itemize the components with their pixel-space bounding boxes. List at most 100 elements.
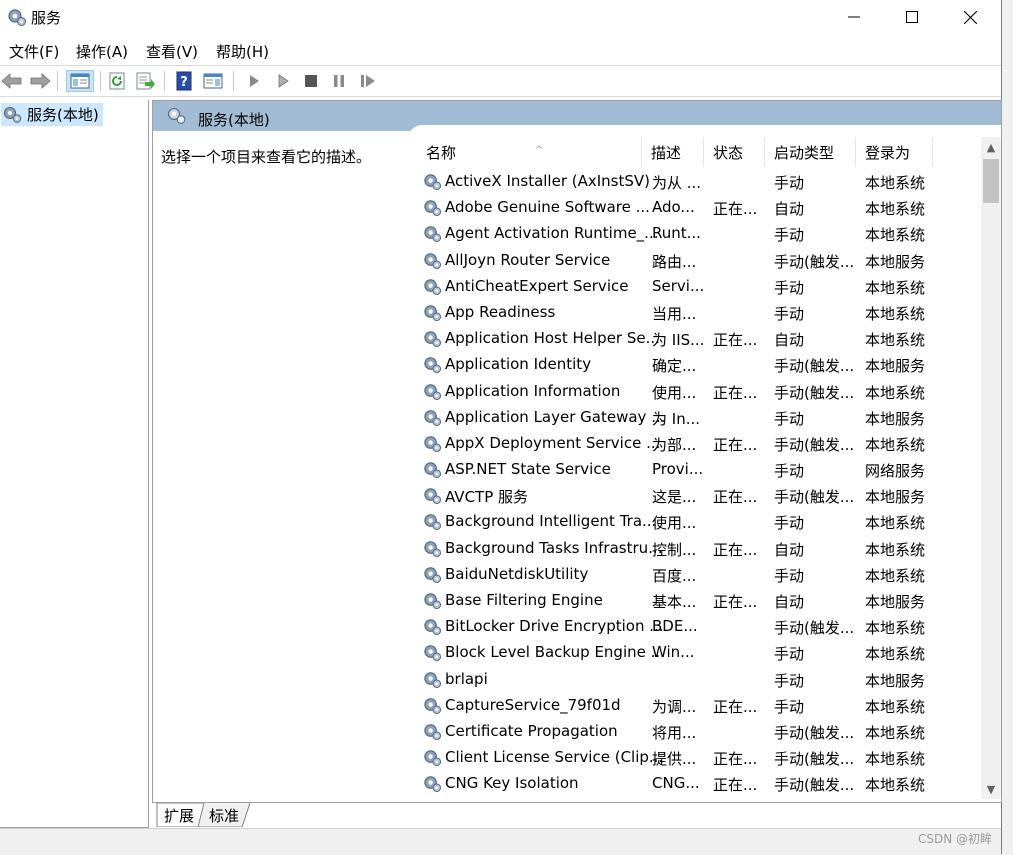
service-row[interactable]: Agent Activation Runtime_... Runt... 手动 本地系… xyxy=(408,220,978,246)
menu-help[interactable]: 帮助(H) xyxy=(216,41,269,62)
tab-extended[interactable]: 扩展 xyxy=(164,803,194,827)
close-button[interactable] xyxy=(941,0,999,34)
service-row[interactable]: AllJoyn Router Service 路由... 手动(触发... 本地服务 xyxy=(408,247,978,273)
service-log-on-as: 本地系统 xyxy=(865,174,926,192)
service-log-on-as: 本地系统 xyxy=(865,619,926,638)
service-startup-type: 手动(触发... xyxy=(774,488,855,507)
service-gear-icon xyxy=(423,382,442,401)
service-description: Runt... xyxy=(652,224,701,243)
service-log-on-as: 本地服务 xyxy=(865,357,926,376)
column-header-name[interactable]: 名称 ^ xyxy=(417,137,642,167)
service-status: 正在... xyxy=(713,593,758,611)
service-row[interactable]: Application Information 使用... 正在... 手动(触发..… xyxy=(408,378,978,404)
service-row[interactable]: ActiveX Installer (AxInstSV) 为从 ... 手动 本地系统 xyxy=(408,168,978,194)
service-status: 正在... xyxy=(713,200,758,219)
service-row[interactable]: Application Layer Gateway ... 为 In... 手动 本地… xyxy=(408,404,978,430)
tree-item-services-local[interactable]: 服务(本地) xyxy=(1,103,103,126)
show-hide-console-tree-button[interactable] xyxy=(66,70,94,92)
refresh-button[interactable] xyxy=(107,70,129,92)
restart-icon xyxy=(361,75,375,87)
service-row[interactable]: Base Filtering Engine 基本... 正在... 自动 本地服务 xyxy=(408,587,978,613)
service-row[interactable]: AppX Deployment Service ... 为部... 正在... 手动(… xyxy=(408,430,978,456)
service-startup-type: 手动 xyxy=(774,514,805,533)
service-name: Agent Activation Runtime_... xyxy=(445,224,659,243)
minimize-button[interactable] xyxy=(825,0,883,34)
service-row[interactable]: Certificate Propagation 将用... 手动(触发... 本地系统 xyxy=(408,718,978,744)
service-row[interactable]: Background Tasks Infrastru... 控制... 正在... 自… xyxy=(408,535,978,561)
title-bar[interactable]: 服务 xyxy=(0,0,1001,34)
back-button[interactable] xyxy=(1,70,23,92)
service-log-on-as: 本地系统 xyxy=(865,540,926,559)
service-status: 正在... xyxy=(713,540,758,559)
menu-file[interactable]: 文件(F) xyxy=(9,41,59,62)
service-name: App Readiness xyxy=(445,302,556,321)
service-row[interactable]: Adobe Genuine Software ... Ado... 正在... 自动 本… xyxy=(408,194,978,220)
service-name: Application Layer Gateway ... xyxy=(445,407,666,426)
export-list-button[interactable] xyxy=(135,70,157,92)
service-name: Background Intelligent Tra... xyxy=(445,512,657,531)
forward-button[interactable] xyxy=(29,70,51,92)
service-startup-type: 手动 xyxy=(774,645,805,664)
service-gear-icon xyxy=(423,696,442,715)
start-service-alt-button[interactable] xyxy=(272,70,294,92)
show-action-pane-button[interactable] xyxy=(202,70,224,92)
tab-standard[interactable]: 标准 xyxy=(209,803,239,827)
service-gear-icon xyxy=(423,198,442,217)
service-gear-icon xyxy=(423,303,442,322)
maximize-button[interactable] xyxy=(883,0,941,34)
service-log-on-as: 本地系统 xyxy=(865,750,926,769)
service-row[interactable]: BaiduNetdiskUtility 百度... 手动 本地系统 xyxy=(408,561,978,587)
service-row[interactable]: Block Level Backup Engine ... Win... 手动 本地系… xyxy=(408,639,978,665)
service-name: Certificate Propagation xyxy=(445,721,618,740)
service-startup-type: 手动(触发... xyxy=(774,750,855,769)
service-row[interactable]: Background Intelligent Tra... 使用... 手动 本地系统 xyxy=(408,508,978,534)
service-startup-type: 手动 xyxy=(774,226,805,245)
column-header-status[interactable]: 状态 xyxy=(704,137,765,167)
pause-service-button[interactable] xyxy=(328,70,350,92)
column-header-log-on-as[interactable]: 登录为 xyxy=(856,137,933,167)
menu-view[interactable]: 查看(V) xyxy=(146,41,198,62)
stop-service-button[interactable] xyxy=(300,70,322,92)
service-status: 正在... xyxy=(713,750,758,769)
scroll-up-arrow-icon[interactable]: ▲ xyxy=(981,137,1001,157)
column-header-label: 启动类型 xyxy=(774,143,835,162)
scrollbar-thumb[interactable] xyxy=(983,159,999,203)
service-gear-icon xyxy=(423,355,442,374)
help-button[interactable]: ? xyxy=(173,70,195,92)
column-header-startup-type[interactable]: 启动类型 xyxy=(765,137,856,167)
service-gear-icon xyxy=(423,408,442,427)
service-log-on-as: 本地系统 xyxy=(865,697,926,716)
service-row[interactable]: AntiCheatExpert Service Servi... 手动 本地系统 xyxy=(408,273,978,299)
service-row[interactable]: Application Identity 确定... 手动(触发... 本地服务 xyxy=(408,351,978,377)
service-row[interactable]: Application Host Helper Se... 为 IIS... 正在.… xyxy=(408,325,978,351)
service-description: 为部... xyxy=(652,435,697,454)
service-row[interactable]: App Readiness 当用... 手动 本地系统 xyxy=(408,299,978,325)
play-outline-icon xyxy=(278,74,289,88)
service-row[interactable]: AVCTP 服务 这是... 正在... 手动(触发... 本地服务 xyxy=(408,482,978,508)
service-row[interactable]: BitLocker Drive Encryption ... BDE... 手动(触… xyxy=(408,613,978,639)
scroll-down-arrow-icon[interactable]: ▼ xyxy=(981,779,1001,799)
service-row[interactable]: brlapi 手动 本地服务 xyxy=(408,666,978,692)
column-header-label: 状态 xyxy=(713,143,744,162)
service-log-on-as: 本地系统 xyxy=(865,514,926,533)
service-row[interactable]: CNG Key Isolation CNG... 正在... 手动(触发... 本地系统 xyxy=(408,770,978,796)
menu-action[interactable]: 操作(A) xyxy=(76,41,128,62)
vertical-scrollbar[interactable]: ▲ ▼ xyxy=(981,137,1001,799)
column-header-description[interactable]: 描述 xyxy=(642,137,704,167)
service-name: AVCTP 服务 xyxy=(445,488,529,507)
minimize-icon xyxy=(848,16,860,18)
service-gear-icon xyxy=(423,774,442,793)
service-log-on-as: 本地系统 xyxy=(865,435,926,454)
service-gear-icon xyxy=(423,565,442,584)
restart-service-button[interactable] xyxy=(357,70,379,92)
service-row[interactable]: Client License Service (Clip... 提供... 正在..… xyxy=(408,744,978,770)
tree-item-label: 服务(本地) xyxy=(27,106,99,124)
service-gear-icon xyxy=(423,591,442,610)
play-icon xyxy=(250,75,259,87)
service-row[interactable]: ASP.NET State Service Provi... 手动 网络服务 xyxy=(408,456,978,482)
start-service-button[interactable] xyxy=(243,70,265,92)
service-status: 正在... xyxy=(713,697,758,716)
service-row[interactable]: CaptureService_79f01d 为调... 正在... 手动 本地系统 xyxy=(408,692,978,718)
service-log-on-as: 本地系统 xyxy=(865,776,926,795)
service-gear-icon xyxy=(423,617,442,636)
